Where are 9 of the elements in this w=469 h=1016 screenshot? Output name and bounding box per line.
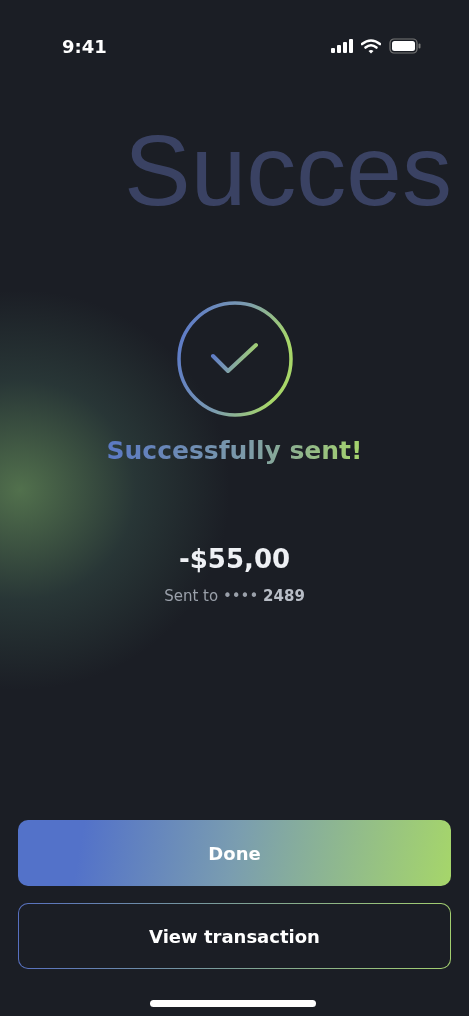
success-check-icon bbox=[175, 300, 294, 418]
wifi-icon bbox=[361, 38, 381, 54]
recipient-text: Sent to •••• 2489 bbox=[163, 585, 306, 607]
status-time: 9:41 bbox=[62, 34, 107, 59]
battery-icon bbox=[389, 38, 421, 54]
amount-text: -$55,00 bbox=[177, 542, 292, 576]
view-transaction-button[interactable]: View transaction bbox=[18, 903, 451, 969]
background-title: Succes bbox=[124, 120, 453, 228]
signal-icon bbox=[331, 39, 353, 53]
